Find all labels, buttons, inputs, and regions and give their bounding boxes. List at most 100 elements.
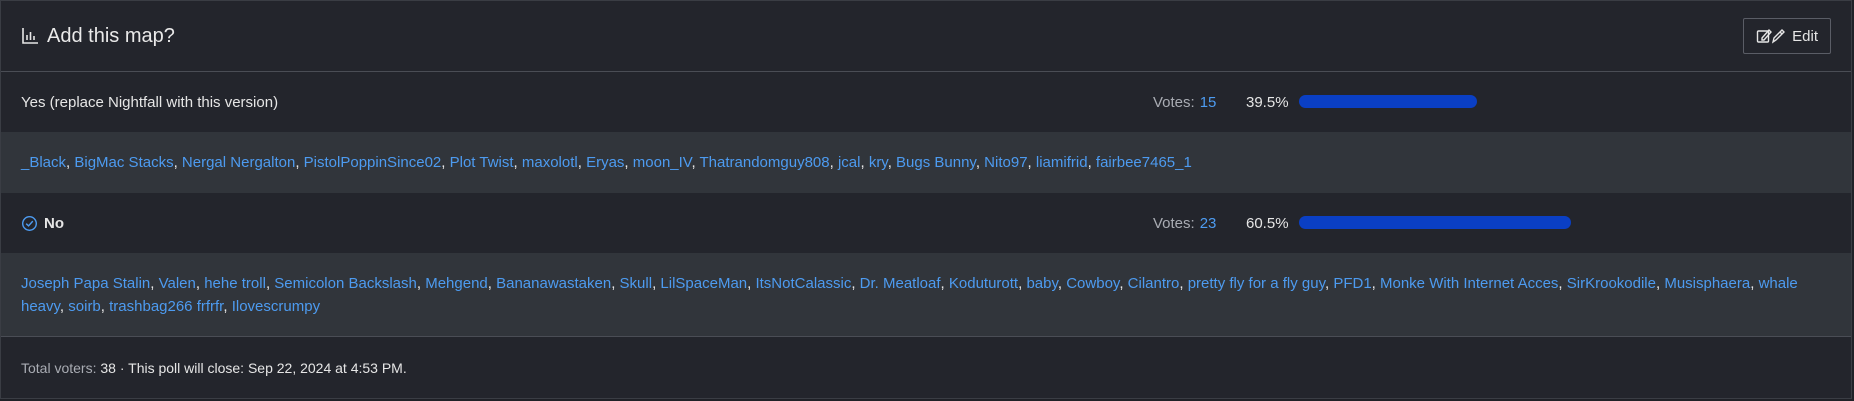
poll-title-text: Add this map? [47, 24, 175, 47]
voter-link[interactable]: Cilantro [1128, 275, 1180, 292]
voter-names: Joseph Papa Stalin, Valen, hehe troll, S… [21, 272, 1831, 318]
voter-separator: , [611, 275, 620, 292]
voter-separator: , [150, 275, 159, 292]
voter-link[interactable]: baby [1026, 275, 1057, 292]
voter-link[interactable]: ItsNotCalassic [755, 275, 851, 292]
total-voters-label: Total voters: [21, 359, 97, 376]
voter-names: _Black, BigMac Stacks, Nergal Nergalton,… [21, 151, 1192, 174]
voter-link[interactable]: LilSpaceMan [660, 275, 747, 292]
voter-list-yes: _Black, BigMac Stacks, Nergal Nergalton,… [1, 132, 1851, 193]
voter-link[interactable]: PFD1 [1333, 275, 1371, 292]
voter-separator: , [829, 154, 838, 171]
voter-separator: , [59, 298, 69, 315]
voter-link[interactable]: kry [869, 154, 888, 171]
edit-button[interactable]: Edit [1743, 18, 1831, 54]
voter-link[interactable]: liamifrid [1036, 154, 1088, 171]
votes-number[interactable]: 23 [1200, 215, 1217, 232]
voter-link[interactable]: Thatrandomguy808 [700, 154, 830, 171]
option-label: No [44, 214, 64, 232]
votes-label: Votes: [1153, 214, 1195, 232]
voter-link[interactable]: Nergal Nergalton [182, 154, 295, 171]
voter-link[interactable]: BigMac Stacks [74, 154, 173, 171]
bar-chart-icon [22, 28, 38, 44]
voter-separator: , [851, 275, 860, 292]
voter-separator: , [416, 275, 426, 292]
voter-link[interactable]: PistolPoppinSince02 [304, 154, 442, 171]
voter-link[interactable]: fairbee7465_1 [1096, 154, 1192, 171]
voter-separator: , [577, 154, 587, 171]
voter-link[interactable]: Musisphaera [1664, 275, 1750, 292]
voter-separator: , [1558, 275, 1567, 292]
voter-link[interactable]: _Black [21, 154, 66, 171]
edit-button-label: Edit [1792, 27, 1818, 45]
poll-container: Add this map? Edit Yes (replace Nightfal… [0, 0, 1852, 399]
voter-link[interactable]: Bugs Bunny [896, 154, 976, 171]
voter-separator: , [624, 154, 633, 171]
voter-separator: , [1179, 275, 1188, 292]
option-label: Yes (replace Nightfall with this version… [21, 93, 279, 111]
poll-option-no[interactable]: No Votes: 23 60.5% [1, 193, 1851, 253]
voter-link[interactable]: soirb [68, 298, 101, 315]
voter-link[interactable]: Koduturott [949, 275, 1018, 292]
vote-progress-bar [1299, 95, 1699, 108]
voter-link[interactable]: trashbag266 frfrfr [109, 298, 223, 315]
voter-link[interactable]: Dr. Meatloaf [860, 275, 941, 292]
poll-header: Add this map? Edit [1, 1, 1851, 72]
vote-progress-bar [1299, 216, 1699, 229]
voter-separator: , [441, 154, 450, 171]
voter-link[interactable]: Eryas [586, 154, 624, 171]
voter-separator: , [1027, 154, 1036, 171]
poll-footer: Total voters: 38 · This poll will close:… [1, 337, 1851, 398]
vote-percent: 39.5% [1246, 93, 1289, 111]
voter-link[interactable]: Skull [620, 275, 653, 292]
voter-separator: , [975, 154, 985, 171]
voter-separator: , [1087, 154, 1096, 171]
voter-separator: , [1371, 275, 1380, 292]
vote-count: Votes: 15 [1153, 72, 1216, 132]
voter-separator: , [295, 154, 304, 171]
voter-separator: , [940, 275, 949, 292]
vote-progress-fill [1299, 95, 1477, 108]
voter-separator: , [487, 275, 497, 292]
voter-link[interactable]: Cowboy [1066, 275, 1119, 292]
poll-title: Add this map? [21, 25, 175, 48]
vote-progress-fill [1299, 216, 1571, 229]
voter-link[interactable]: Plot Twist [450, 154, 514, 171]
voter-link[interactable]: Nito97 [984, 154, 1027, 171]
voter-separator: , [1119, 275, 1128, 292]
votes-label: Votes: [1153, 93, 1195, 111]
voter-link[interactable]: jcal [838, 154, 861, 171]
check-circle-icon [21, 215, 38, 231]
voter-link[interactable]: SirKrookodile [1567, 275, 1656, 292]
voter-separator: , [1057, 275, 1067, 292]
voter-link[interactable]: Mehgend [425, 275, 488, 292]
voter-link[interactable]: Joseph Papa Stalin [21, 275, 150, 292]
vote-percent: 60.5% [1246, 214, 1289, 232]
voter-separator: , [1750, 275, 1759, 292]
votes-number[interactable]: 15 [1200, 94, 1217, 111]
voter-link[interactable]: Ilovescrumpy [232, 298, 320, 315]
voter-separator: , [223, 298, 232, 315]
voter-separator: , [100, 298, 110, 315]
voter-link[interactable]: hehe troll [204, 275, 266, 292]
poll-option-yes[interactable]: Yes (replace Nightfall with this version… [1, 72, 1851, 132]
voter-link[interactable]: maxolotl [522, 154, 578, 171]
option-label-wrap: No [21, 215, 64, 232]
voter-link[interactable]: moon_IV [633, 154, 692, 171]
voter-link[interactable]: Bananawastaken [496, 275, 611, 292]
voter-link[interactable]: Semicolon Backslash [274, 275, 417, 292]
voter-link[interactable]: pretty fly for a fly guy [1188, 275, 1325, 292]
voter-link[interactable]: Monke With Internet Acces [1380, 275, 1558, 292]
voter-separator: , [887, 154, 897, 171]
voter-separator: , [513, 154, 522, 171]
voter-separator: , [173, 154, 182, 171]
voter-separator: , [195, 275, 205, 292]
voter-link[interactable]: Valen [159, 275, 196, 292]
total-voters-count: 38 [100, 359, 116, 376]
vote-count: Votes: 23 [1153, 193, 1216, 253]
voter-list-no: Joseph Papa Stalin, Valen, hehe troll, S… [1, 253, 1851, 337]
voter-separator: , [860, 154, 869, 171]
voter-separator: , [691, 154, 700, 171]
poll-close-text: · This poll will close: Sep 22, 2024 at … [119, 359, 407, 376]
edit-pencil-icon [1756, 28, 1786, 44]
